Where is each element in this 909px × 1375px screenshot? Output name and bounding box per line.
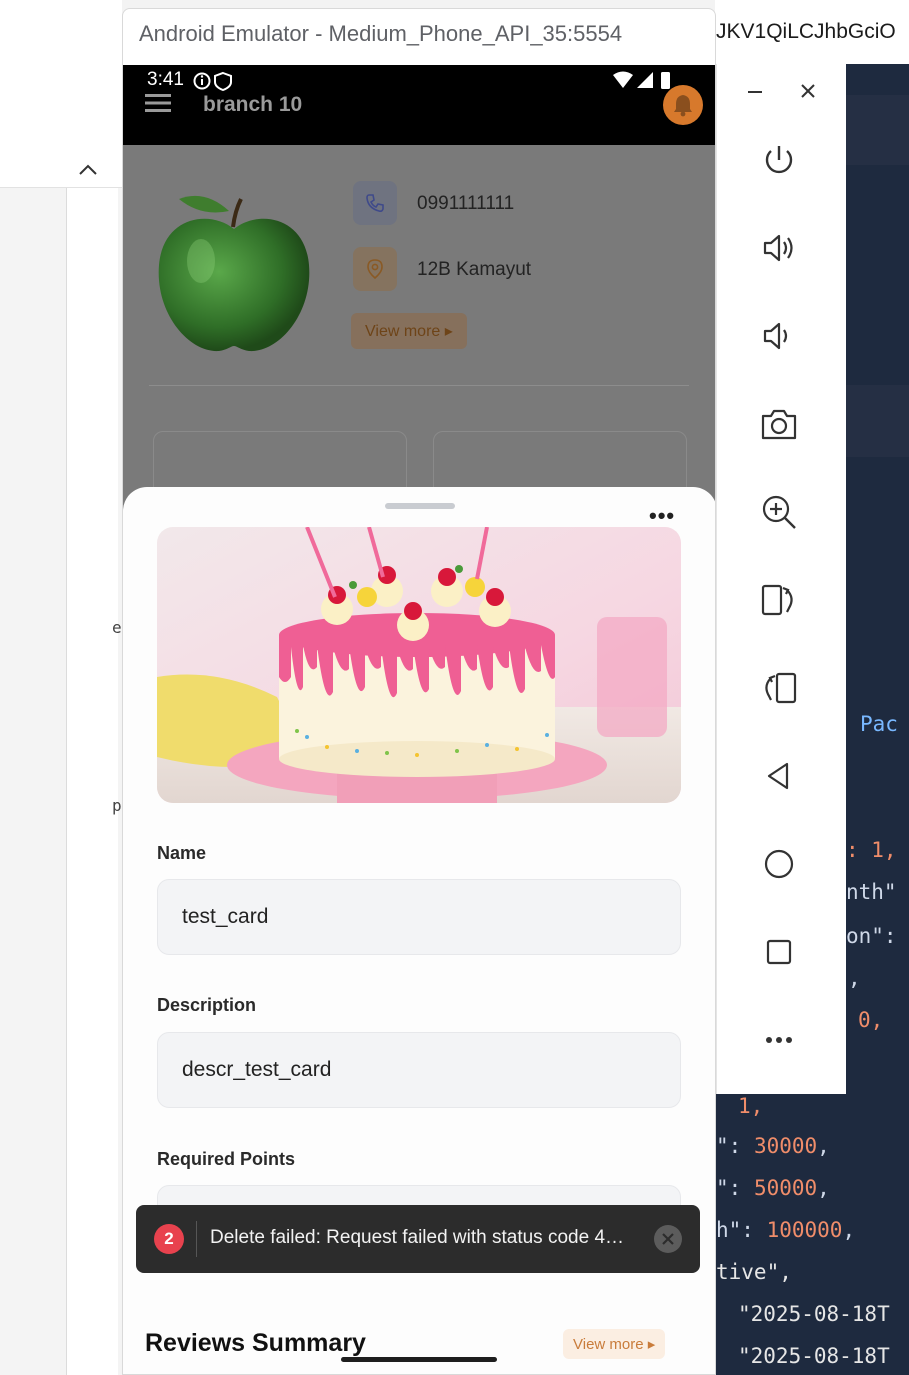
branch-address: 12B Kamayut xyxy=(417,259,532,280)
zoom-in-icon xyxy=(762,495,796,529)
status-time: 3:41 xyxy=(147,69,184,90)
back-button[interactable] xyxy=(755,752,803,800)
branch-view-more-button[interactable]: View more ▸ xyxy=(351,313,467,349)
reviews-view-more-button[interactable]: View more ▸ xyxy=(563,1329,666,1359)
toast-count-badge: 2 xyxy=(154,1224,184,1254)
extended-controls-button[interactable] xyxy=(755,1016,803,1064)
more-options-icon[interactable]: ••• xyxy=(649,503,675,529)
volume-up-icon xyxy=(763,234,793,262)
bell-icon xyxy=(674,95,692,117)
power-button[interactable] xyxy=(755,136,803,184)
background-text-fragment: p xyxy=(112,796,122,815)
more-horizontal-icon xyxy=(766,1037,792,1043)
rotate-right-icon xyxy=(765,672,797,704)
code-line: "2025-08-18T xyxy=(738,1302,890,1326)
phone-icon-badge xyxy=(353,181,397,225)
status-info-icons xyxy=(193,71,232,92)
code-line: 1, xyxy=(738,1094,764,1118)
gesture-navigation-pill[interactable] xyxy=(341,1357,497,1362)
divider xyxy=(149,385,689,386)
power-icon xyxy=(765,146,793,174)
background-left-panel xyxy=(66,188,118,1375)
code-line: "2025-08-18T xyxy=(738,1344,890,1368)
code-line: on": xyxy=(846,924,897,948)
app-bar-title: branch 10 xyxy=(203,93,303,116)
screenshot-button[interactable] xyxy=(755,400,803,448)
phone-screen: 3:41 branch 10 0991111111 12B Kamayut Vi… xyxy=(123,65,715,1374)
minimize-icon[interactable] xyxy=(745,82,765,102)
code-line: : 1, xyxy=(846,838,897,862)
location-pin-icon xyxy=(367,259,383,280)
code-editor-band xyxy=(845,95,909,165)
back-triangle-icon xyxy=(767,762,789,790)
close-icon xyxy=(662,1233,674,1245)
close-icon[interactable] xyxy=(797,80,819,102)
home-button[interactable] xyxy=(755,840,803,888)
camera-icon xyxy=(761,409,797,440)
overview-square-icon xyxy=(766,939,792,965)
code-line: h": 100000, xyxy=(716,1218,856,1242)
toast-separator xyxy=(196,1221,197,1257)
emulator-side-toolbar xyxy=(716,64,846,1094)
code-editor-band xyxy=(845,385,909,457)
zoom-button[interactable] xyxy=(755,488,803,536)
hamburger-menu-icon[interactable] xyxy=(145,93,171,113)
background-text-fragment: e xyxy=(112,618,122,637)
field-label-name: Name xyxy=(157,843,207,863)
chevron-up-icon[interactable] xyxy=(78,162,98,176)
location-icon-badge xyxy=(353,247,397,291)
description-field[interactable]: descr_test_card xyxy=(157,1032,681,1108)
notifications-button[interactable] xyxy=(663,85,703,125)
home-circle-icon xyxy=(764,849,794,879)
code-line: ": 30000, xyxy=(716,1134,830,1158)
volume-down-button[interactable] xyxy=(755,312,803,360)
code-line: ": 50000, xyxy=(716,1176,830,1200)
phone-icon xyxy=(366,194,384,213)
code-line: Pac xyxy=(860,712,898,736)
field-label-description: Description xyxy=(157,995,257,1015)
rotate-right-button[interactable] xyxy=(755,664,803,712)
error-toast: 2 Delete failed: Request failed with sta… xyxy=(136,1205,700,1273)
volume-down-icon xyxy=(763,322,788,350)
branch-logo-apple-image xyxy=(158,195,310,352)
sheet-drag-handle[interactable] xyxy=(385,503,455,509)
status-bar: 3:41 branch 10 xyxy=(123,65,715,145)
volume-up-button[interactable] xyxy=(755,224,803,272)
emulator-window: Android Emulator - Medium_Phone_API_35:5… xyxy=(122,8,716,1375)
toast-close-button[interactable] xyxy=(654,1225,682,1253)
rotate-left-icon xyxy=(761,584,793,616)
branch-phone-number: 0991111111 xyxy=(417,193,515,214)
overview-button[interactable] xyxy=(755,928,803,976)
toast-message: Delete failed: Request failed with statu… xyxy=(210,1227,625,1248)
field-label-required-points: Required Points xyxy=(157,1149,296,1169)
code-line: tive", xyxy=(716,1260,792,1284)
background-left-header xyxy=(0,0,122,188)
rotate-left-button[interactable] xyxy=(755,576,803,624)
card-image-cake xyxy=(157,527,681,803)
reviews-summary-heading: Reviews Summary xyxy=(145,1329,366,1357)
name-field[interactable]: test_card xyxy=(157,879,681,955)
code-editor-token-text: JKV1QiLCJhbGciO xyxy=(716,20,896,43)
code-line: 0, xyxy=(858,1008,884,1032)
code-line: nth" xyxy=(846,880,897,904)
emulator-window-title: Android Emulator - Medium_Phone_API_35:5… xyxy=(139,21,623,46)
code-line: , xyxy=(848,966,861,990)
